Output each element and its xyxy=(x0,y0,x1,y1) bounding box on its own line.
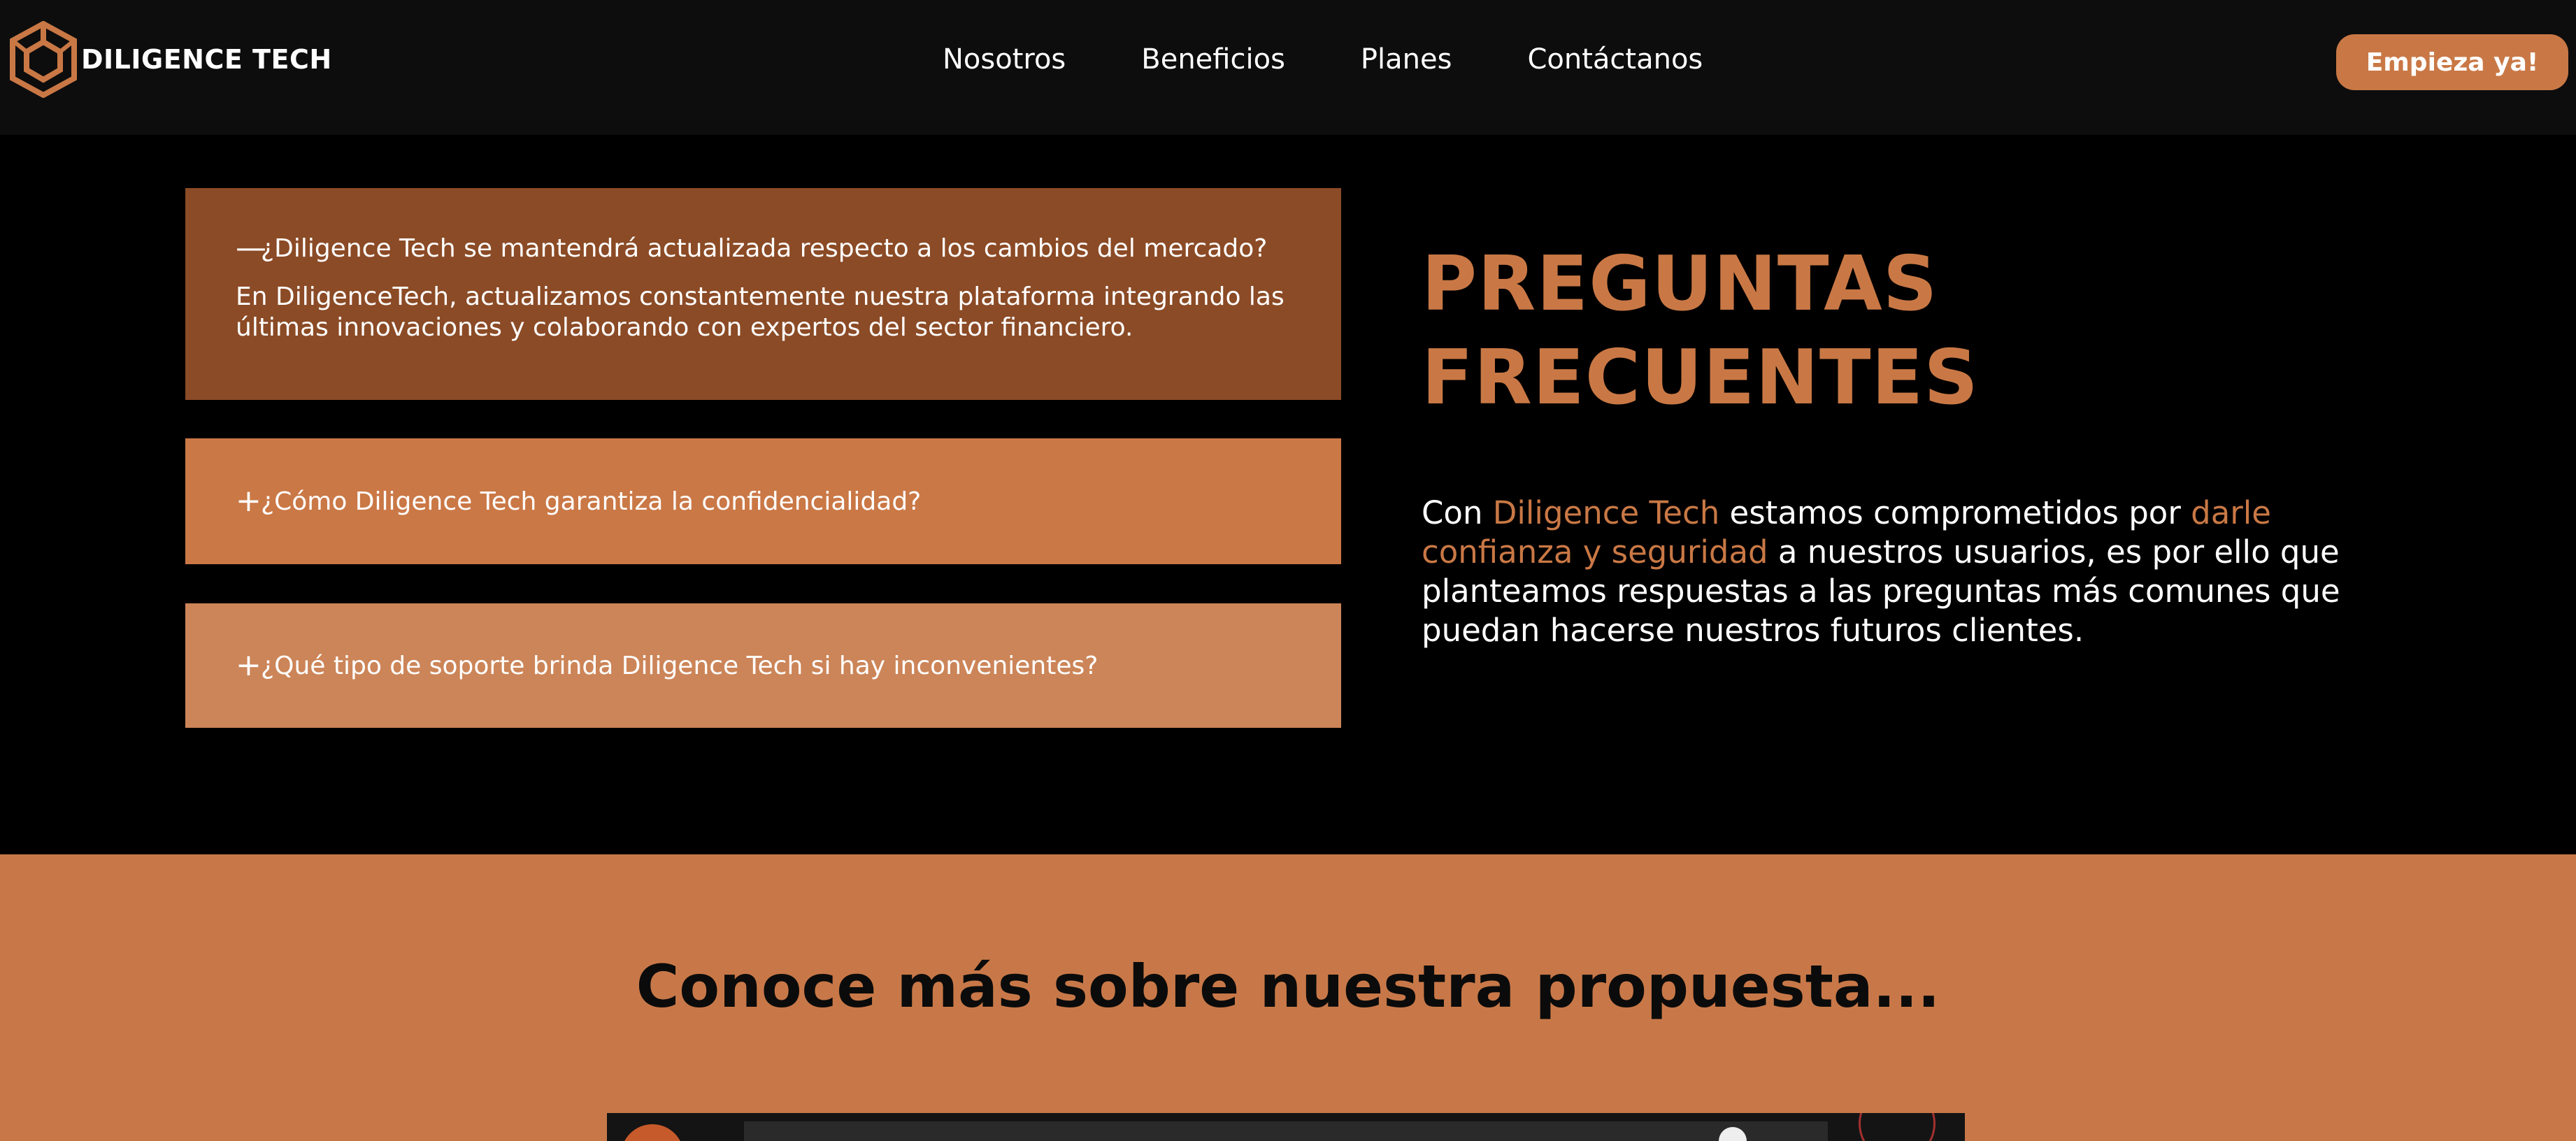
nav-nosotros[interactable]: Nosotros xyxy=(943,43,1066,76)
nav-beneficios[interactable]: Beneficios xyxy=(1141,43,1285,76)
nav-contactanos[interactable]: Contáctanos xyxy=(1527,43,1703,76)
faq-description: Con Diligence Tech estamos comprometidos… xyxy=(1422,494,2400,650)
proposal-section: Conoce más sobre nuestra propuesta... xyxy=(0,854,2576,1141)
plus-icon: + xyxy=(236,483,262,519)
desc-part-3: estamos comprometidos por xyxy=(1719,494,2191,531)
minus-icon: — xyxy=(236,230,266,266)
site-header: DILIGENCE TECH Nosotros Beneficios Plane… xyxy=(0,0,2576,135)
desc-part-1: Con xyxy=(1422,494,1493,531)
faq-question-text-2: ¿Cómo Diligence Tech garantiza la confid… xyxy=(261,487,922,516)
faq-item-1[interactable]: — ¿Diligence Tech se mantendrá actualiza… xyxy=(185,188,1341,400)
faq-question-1[interactable]: — ¿Diligence Tech se mantendrá actualiza… xyxy=(236,233,1341,264)
diligence-logo-icon xyxy=(10,21,77,98)
plus-icon: + xyxy=(236,647,262,683)
brand-logo[interactable]: DILIGENCE TECH xyxy=(8,21,332,98)
brand-name: DILIGENCE TECH xyxy=(81,44,332,75)
main-nav: Nosotros Beneficios Planes Contáctanos xyxy=(943,43,1778,76)
faq-question-text-3: ¿Qué tipo de soporte brinda Diligence Te… xyxy=(261,651,1099,680)
video-decoration xyxy=(1859,1113,1935,1141)
faq-heading: PREGUNTAS FRECUENTES xyxy=(1422,238,2051,425)
nav-planes[interactable]: Planes xyxy=(1361,43,1452,76)
faq-heading-line-2: FRECUENTES xyxy=(1422,334,1980,422)
faq-question-text-1: ¿Diligence Tech se mantendrá actualizada… xyxy=(261,234,1268,263)
faq-question-3[interactable]: + ¿Qué tipo de soporte brinda Diligence … xyxy=(236,650,1098,681)
faq-question-2[interactable]: + ¿Cómo Diligence Tech garantiza la conf… xyxy=(236,486,921,517)
faq-heading-line-1: PREGUNTAS xyxy=(1422,241,1938,328)
video-player[interactable] xyxy=(607,1113,1965,1141)
faq-answer-1: En DiligenceTech, actualizamos constante… xyxy=(236,282,1285,342)
faq-item-2[interactable]: + ¿Cómo Diligence Tech garantiza la conf… xyxy=(185,438,1341,564)
faq-item-3[interactable]: + ¿Qué tipo de soporte brinda Diligence … xyxy=(185,603,1341,728)
desc-brand-highlight: Diligence Tech xyxy=(1492,494,1720,531)
proposal-heading: Conoce más sobre nuestra propuesta... xyxy=(636,952,1940,1021)
start-now-button[interactable]: Empieza ya! xyxy=(2336,34,2568,90)
channel-avatar[interactable] xyxy=(621,1124,684,1141)
video-frame[interactable] xyxy=(744,1121,1828,1141)
